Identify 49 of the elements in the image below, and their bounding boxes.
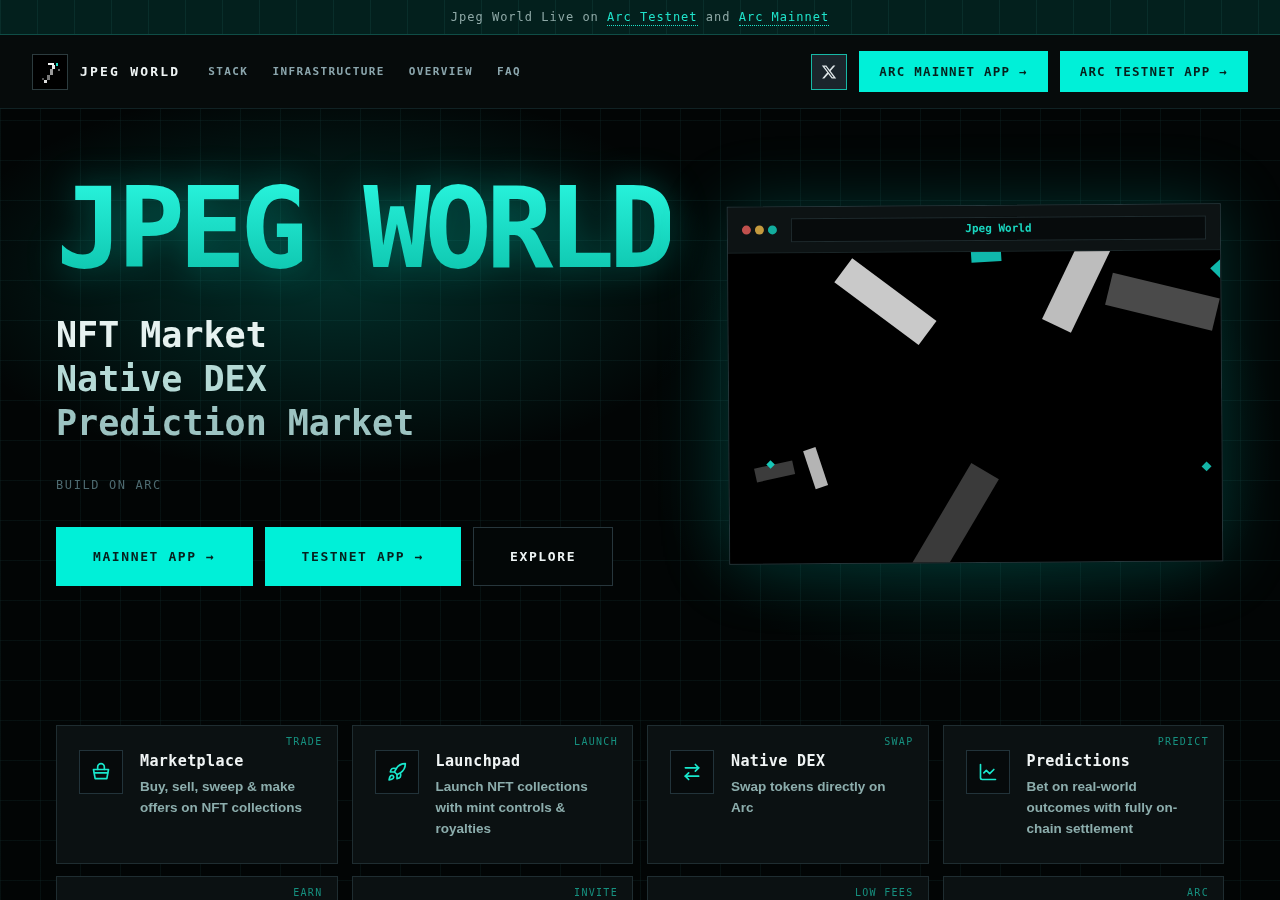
card-description: Launch NFT collections with mint controls & royalties <box>435 778 589 838</box>
diamond-shape <box>1201 461 1212 472</box>
category-label: LAUNCH <box>574 736 618 748</box>
network-link[interactable]: Arc Mainnet <box>738 10 830 26</box>
rocket-icon <box>374 750 419 794</box>
line-chart-icon <box>965 750 1010 794</box>
nav-link[interactable]: OVERVIEW <box>408 65 473 78</box>
nav-link[interactable]: INFRASTRUCTURE <box>272 65 385 78</box>
category-label: EARN <box>293 887 323 899</box>
category-label: ARC <box>1187 887 1209 899</box>
card-title: Native DEX <box>731 751 827 771</box>
card-description: Swap tokens directly on Arc <box>731 778 887 817</box>
x-profile-button[interactable] <box>811 53 848 90</box>
nav-link[interactable]: FAQ <box>496 65 521 78</box>
hero-feature-line: NFT Market <box>56 314 268 357</box>
card-description: Bet on real-world outcomes with fully on-chain settlement <box>1026 778 1179 838</box>
primary-button[interactable]: MAINNET APP → <box>56 527 253 586</box>
hero-feature-line: Prediction Market <box>56 402 415 445</box>
category-label: LOW FEES <box>854 887 914 899</box>
primary-button[interactable]: TESTNET APP → <box>264 527 462 586</box>
window-dot-icon <box>767 225 777 235</box>
secondary-button[interactable]: EXPLORE <box>473 527 614 586</box>
window-dot-icon <box>754 225 764 235</box>
small-tile <box>970 250 1002 263</box>
network-link[interactable]: Arc Testnet <box>607 10 698 26</box>
tilted-bar <box>754 460 796 483</box>
window-dot-icon <box>741 225 751 235</box>
card-title: Marketplace <box>140 751 245 771</box>
triangle-shape <box>1210 259 1221 279</box>
card-description: Buy, sell, sweep & make offers on NFT collections <box>140 778 303 817</box>
category-label: PREDICT <box>1157 736 1209 748</box>
category-label: SWAP <box>884 736 914 748</box>
basket-icon <box>79 750 123 794</box>
card-title: Launchpad <box>435 751 522 771</box>
announcement-text: Jpeg World Live on Arc Testnet and Arc Mainnet <box>450 10 830 24</box>
category-label: INVITE <box>574 887 618 899</box>
x-logo-icon <box>821 63 838 80</box>
card-title: Predictions <box>1026 751 1132 771</box>
tagline: BUILD ON ARC <box>56 478 162 492</box>
logo-icon[interactable] <box>32 53 68 90</box>
diamond-shape <box>766 460 775 469</box>
category-label: TRADE <box>285 736 323 748</box>
app-launch-button[interactable]: ARC MAINNET APP → <box>859 51 1048 92</box>
swap-arrows-icon <box>670 750 714 794</box>
brand-name[interactable]: JPEG WORLD <box>80 64 181 79</box>
app-launch-button[interactable]: ARC TESTNET APP → <box>1059 51 1248 92</box>
address-field: Jpeg World <box>790 214 1206 242</box>
hero-feature-line: Native DEX <box>56 358 268 401</box>
nav-link[interactable]: STACK <box>208 65 249 78</box>
